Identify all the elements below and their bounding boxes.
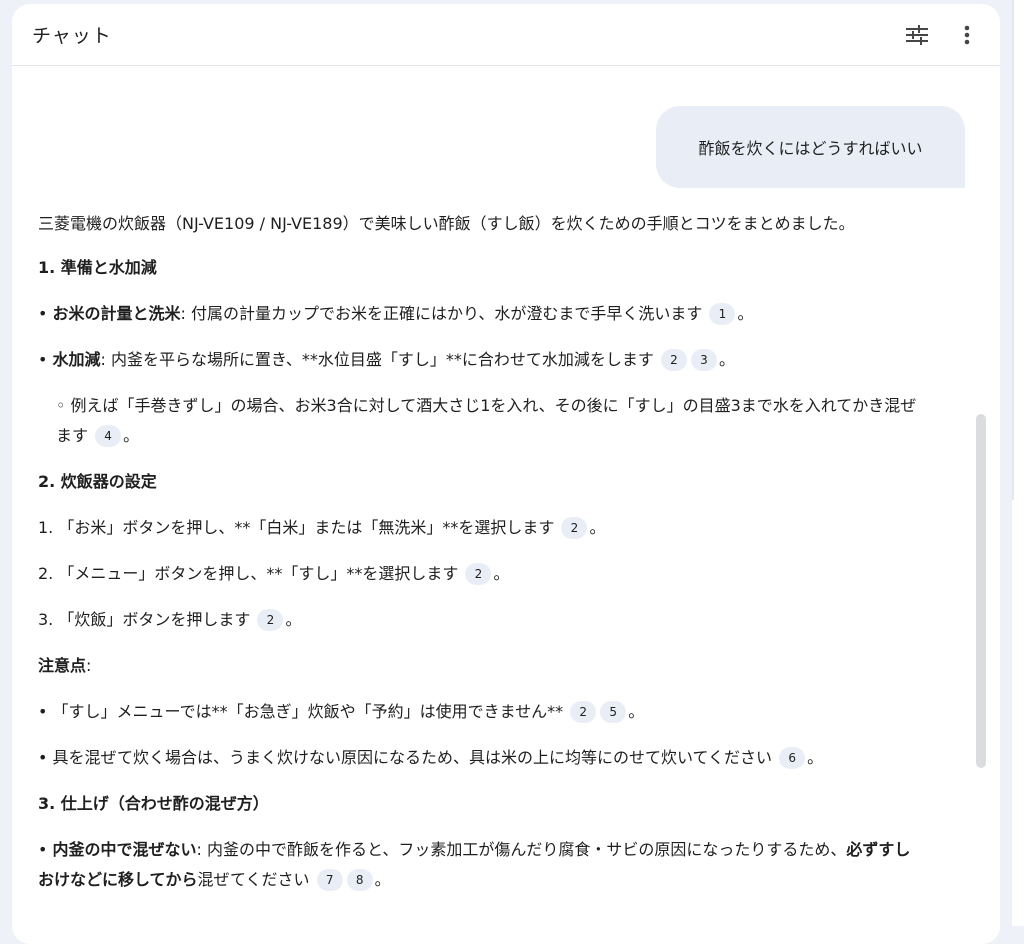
section-heading-1: 1. 準備と水加減: [38, 258, 157, 277]
user-message-text: 酢飯を炊くにはどうすればいい: [698, 139, 923, 158]
chat-title: チャット: [32, 25, 112, 47]
bullet: •: [38, 702, 48, 721]
assistant-answer: 三菱電機の炊飯器（NJ-VE109 / NJ-VE189）で美味しい酢飯（すし飯…: [38, 209, 918, 911]
bullet: •: [38, 304, 48, 323]
item-text: : 付属の計量カップでお米を正確にはかり、水が澄むまで手早く洗います: [180, 304, 703, 323]
citation-chip[interactable]: 2: [661, 349, 687, 371]
list-item: 2. 「メニュー」ボタンを押し、**「すし」**を選択します 2。: [38, 563, 510, 585]
answer-intro: 三菱電機の炊飯器（NJ-VE109 / NJ-VE189）で美味しい酢飯（すし飯…: [38, 214, 855, 233]
list-item: • 内釜の中で混ぜない: 内釜の中で酢飯を作ると、フッ素加工が傷んだり腐食・サビ…: [38, 840, 911, 891]
section-heading-3: 3. 仕上げ（合わせ酢の混ぜ方）: [38, 794, 269, 813]
citation-chip[interactable]: 8: [346, 869, 373, 891]
item-text: 1. 「お米」ボタンを押し、**「白米」または「無洗米」**を選択します: [38, 518, 555, 537]
item-title: 水加減: [52, 350, 101, 369]
user-message-bubble: 酢飯を炊くにはどうすればいい: [656, 106, 965, 188]
more-vert-icon[interactable]: [950, 18, 984, 52]
list-item: • 水加減: 内釜を平らな場所に置き、**水位目盛「すし」**に合わせて水加減を…: [38, 349, 736, 371]
citation-chip[interactable]: 5: [600, 701, 627, 723]
list-item: • 具を混ぜて炊く場合は、うまく炊けない原因になるため、具は米の上に均等にのせて…: [38, 747, 824, 769]
list-item: 1. 「お米」ボタンを押し、**「白米」または「無洗米」**を選択します 2。: [38, 517, 606, 539]
section-heading-2: 2. 炊飯器の設定: [38, 472, 157, 491]
citation-chip[interactable]: 7: [316, 869, 343, 891]
citation-chip[interactable]: 2: [570, 701, 597, 723]
item-text: 具を混ぜて炊く場合は、うまく炊けない原因になるため、具は米の上に均等にのせて炊い…: [52, 748, 773, 767]
sub-list-item: ◦ 例えば「手巻きずし」の場合、お米3合に対して酒大さじ1を入れ、その後に「すし…: [56, 396, 917, 447]
circle-bullet: ◦: [56, 396, 66, 415]
adjacent-panel-edge: [1012, 0, 1024, 926]
chat-panel: チャット 酢飯を炊くにはどうすればいい 三菱電機の炊飯器（NJ-VE109 / …: [12, 4, 1000, 944]
item-text: 「すし」メニューでは**「お急ぎ」炊飯や「予約」は使用できません**: [52, 702, 564, 721]
item-text: 混ぜてください: [197, 870, 310, 889]
note-heading: 注意点:: [38, 656, 92, 675]
citation-chip[interactable]: 2: [561, 517, 588, 539]
item-text: 2. 「メニュー」ボタンを押し、**「すし」**を選択します: [38, 564, 459, 583]
bullet: •: [38, 748, 48, 767]
chat-header: チャット: [12, 4, 1000, 66]
citation-chip[interactable]: 2: [257, 609, 284, 631]
chat-content: 酢飯を炊くにはどうすればいい 三菱電機の炊飯器（NJ-VE109 / NJ-VE…: [12, 66, 1000, 944]
citation-chip[interactable]: 3: [691, 349, 717, 371]
citation-chip[interactable]: 1: [709, 303, 736, 325]
item-text: : 内釜を平らな場所に置き、**水位目盛「すし」**に合わせて水加減をします: [100, 350, 654, 369]
list-item: 3. 「炊飯」ボタンを押します 2。: [38, 609, 302, 631]
bullet: •: [38, 350, 48, 369]
citation-chip[interactable]: 6: [779, 747, 806, 769]
scrollbar-thumb[interactable]: [976, 414, 986, 768]
citation-chip[interactable]: 2: [465, 563, 492, 585]
item-text: 3. 「炊飯」ボタンを押します: [38, 610, 251, 629]
tune-icon[interactable]: [900, 18, 934, 52]
item-text: 例えば「手巻きずし」の場合、お米3合に対して酒大さじ1を入れ、その後に「すし」の…: [56, 396, 917, 445]
item-text: : 内釜の中で酢飯を作ると、フッ素加工が傷んだり腐食・サビの原因になったりするた…: [196, 840, 847, 859]
citation-chip[interactable]: 4: [95, 425, 122, 447]
list-item: • 「すし」メニューでは**「お急ぎ」炊飯や「予約」は使用できません** 2 5。: [38, 701, 645, 723]
list-item: • お米の計量と洗米: 付属の計量カップでお米を正確にはかり、水が澄むまで手早く…: [38, 303, 754, 325]
bullet: •: [38, 840, 48, 859]
item-title: お米の計量と洗米: [52, 304, 181, 323]
item-title: 内釜の中で混ぜない: [52, 840, 197, 859]
